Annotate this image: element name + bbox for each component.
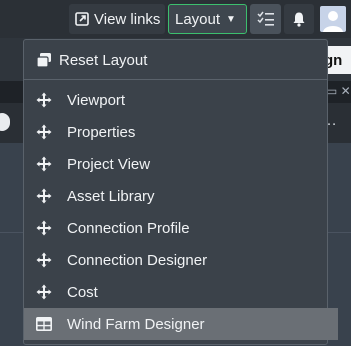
top-toolbar: View links Layout ▼ — [0, 0, 351, 38]
checklist-button[interactable] — [250, 4, 281, 34]
menu-item-label: Asset Library — [67, 187, 155, 205]
caret-down-icon: ▼ — [226, 13, 236, 25]
view-links-button[interactable]: View links — [69, 4, 165, 34]
reset-layout-item[interactable]: Reset Layout — [24, 44, 338, 76]
move-arrows-icon — [35, 283, 53, 301]
avatar — [320, 6, 346, 32]
menu-item-wind-farm-designer[interactable]: Wind Farm Designer — [24, 308, 338, 340]
notifications-button[interactable] — [284, 4, 314, 34]
bell-icon — [293, 12, 305, 27]
menu-item-properties[interactable]: Properties — [24, 116, 338, 148]
layout-dropdown-menu: Reset Layout Viewport Properties Project V… — [23, 39, 338, 345]
menu-item-label: Connection Designer — [67, 251, 208, 269]
link-window-icon — [75, 12, 89, 26]
menu-item-label: Viewport — [67, 91, 126, 109]
move-arrows-icon — [35, 187, 53, 205]
layout-label: Layout — [175, 10, 221, 28]
menu-item-label: Cost — [67, 283, 98, 301]
reset-windows-icon — [35, 51, 53, 69]
user-avatar-button[interactable] — [318, 4, 348, 34]
menu-item-label: Project View — [67, 155, 151, 173]
move-arrows-icon — [35, 123, 53, 141]
menu-item-project-view[interactable]: Project View — [24, 148, 338, 180]
menu-item-connection-profile[interactable]: Connection Profile — [24, 212, 338, 244]
menu-item-viewport[interactable]: Viewport — [24, 84, 338, 116]
checklist-icon — [256, 11, 274, 26]
move-arrows-icon — [35, 155, 53, 173]
move-arrows-icon — [35, 219, 53, 237]
layout-dropdown-button[interactable]: Layout ▼ — [168, 4, 247, 34]
menu-divider — [24, 79, 327, 80]
menu-item-cost[interactable]: Cost — [24, 276, 338, 308]
menu-item-asset-library[interactable]: Asset Library — [24, 180, 338, 212]
table-icon — [35, 315, 53, 333]
menu-item-label: Properties — [67, 123, 136, 141]
user-silhouette-icon — [323, 11, 343, 32]
move-arrows-icon — [35, 91, 53, 109]
reset-layout-label: Reset Layout — [59, 51, 148, 69]
menu-item-label: Connection Profile — [67, 219, 190, 237]
menu-item-label: Wind Farm Designer — [67, 315, 205, 333]
view-links-label: View links — [94, 10, 161, 28]
move-arrows-icon — [35, 251, 53, 269]
menu-item-connection-designer[interactable]: Connection Designer — [24, 244, 338, 276]
